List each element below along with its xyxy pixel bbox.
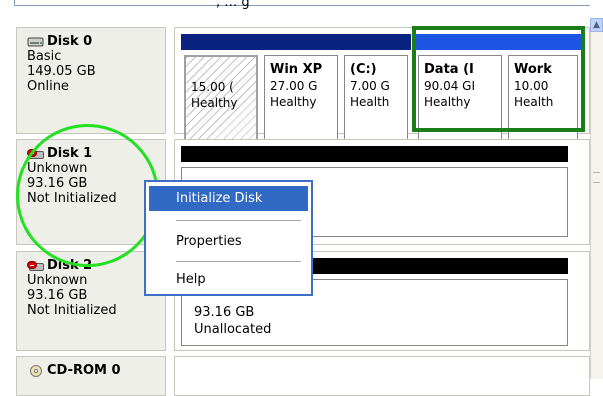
menu-item-help[interactable]: Help — [149, 267, 308, 292]
partition-status: Health — [514, 95, 554, 109]
partition-size: 10.00 — [514, 79, 549, 93]
partition-size: 15.00 ( — [191, 80, 234, 94]
partition-data[interactable]: Data (I 90.04 GI Healthy — [415, 34, 505, 148]
partition-bar — [341, 34, 411, 50]
disk-2-name: Disk 2 — [47, 258, 93, 273]
scroll-up-arrow-icon[interactable]: ▲ — [590, 18, 603, 32]
disk-1-name: Disk 1 — [47, 146, 93, 161]
partition-size: 7.00 G — [350, 79, 390, 93]
vertical-scrollbar[interactable] — [590, 18, 603, 379]
cdrom-0-area — [174, 356, 590, 396]
partition-name: Data (I — [424, 62, 474, 77]
disk-0-name: Disk 0 — [47, 34, 93, 49]
cdrom-0-label[interactable]: CD-ROM 0 — [16, 356, 166, 396]
top-partial-text: , … g — [216, 0, 250, 10]
partition-bar — [505, 34, 581, 50]
disk-0-size: 149.05 GB — [27, 64, 96, 79]
top-strip: , … g — [0, 0, 590, 14]
partition-body: Data (I 90.04 GI Healthy — [418, 55, 502, 142]
partition-body: (C:) 7.00 G Health — [344, 55, 408, 142]
cdrom-0-title: CD-ROM 0 — [27, 363, 165, 378]
disk-1-title: Disk 1 — [27, 146, 165, 161]
menu-item-initialize-disk[interactable]: Initialize Disk — [149, 186, 308, 211]
disk-0-partitions: 15.00 ( Healthy Win XP 27.00 G Healthy (… — [174, 27, 590, 142]
scroll-grip[interactable] — [593, 172, 600, 183]
partition-status: Healthy — [191, 96, 238, 110]
partition-size: 27.00 G — [270, 79, 318, 93]
partition-status: Healthy — [424, 95, 471, 109]
partition-name: Work — [514, 62, 552, 77]
partition-body: 15.00 ( Healthy — [184, 55, 258, 142]
hard-disk-icon — [27, 36, 45, 48]
cdrom-0-name: CD-ROM 0 — [47, 363, 121, 378]
disk-0-status: Online — [27, 79, 69, 94]
partition-body: Win XP 27.00 G Healthy — [264, 55, 338, 142]
unallocated-size: 93.16 GB — [194, 305, 255, 320]
disk-error-icon — [27, 260, 45, 272]
disk-error-icon — [27, 148, 45, 160]
disk-2-status: Not Initialized — [27, 303, 117, 318]
partition-winxp[interactable]: Win XP 27.00 G Healthy — [261, 34, 341, 148]
partition-status: Healthy — [270, 95, 317, 109]
cdrom-icon — [27, 364, 45, 377]
partition-unlabeled[interactable]: 15.00 ( Healthy — [181, 34, 261, 148]
partition-size: 90.04 GI — [424, 79, 476, 93]
unallocated-status: Unallocated — [194, 322, 272, 337]
partition-c[interactable]: (C:) 7.00 G Health — [341, 34, 411, 148]
partition-bar — [181, 34, 261, 50]
disk-0-type: Basic — [27, 49, 62, 64]
partition-work[interactable]: Work 10.00 Health — [505, 34, 581, 148]
partition-name: (C:) — [350, 62, 377, 77]
top-frame — [14, 0, 590, 6]
unallocated-bar — [181, 146, 568, 162]
menu-item-properties[interactable]: Properties — [149, 229, 308, 254]
menu-separator — [176, 261, 301, 262]
partition-bar — [261, 34, 341, 50]
disk-1-type: Unknown — [27, 161, 88, 176]
partition-bar — [415, 34, 505, 50]
context-menu: Initialize Disk Properties Help — [144, 180, 313, 296]
menu-separator — [176, 220, 301, 221]
partition-body: Work 10.00 Health — [508, 55, 578, 142]
partition-name: Win XP — [270, 62, 323, 77]
partition-status: Health — [350, 95, 390, 109]
disk-0-title: Disk 0 — [27, 34, 165, 49]
disk-0-label[interactable]: Disk 0 Basic 149.05 GB Online — [16, 27, 166, 134]
